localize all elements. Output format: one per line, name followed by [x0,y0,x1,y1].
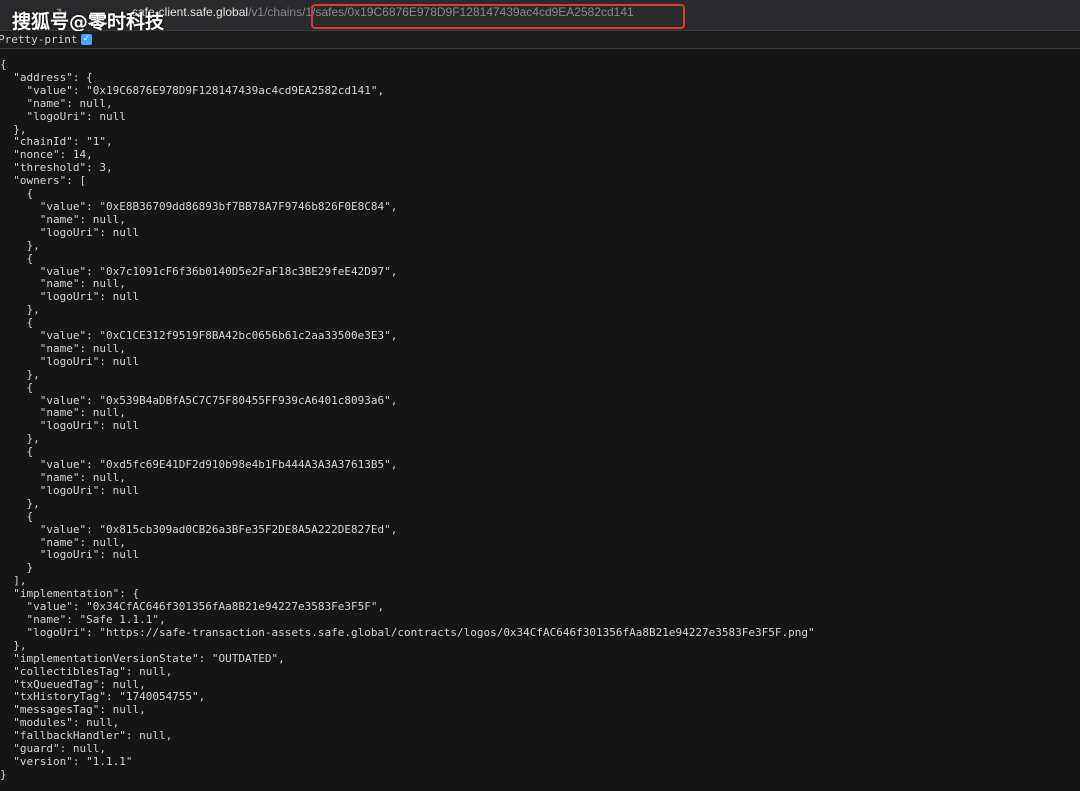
json-line: "address": { [0,70,93,84]
json-line: "logoUri": null [0,290,140,304]
json-line: }, [0,303,40,317]
json-line: "chainId": "1", [0,135,113,149]
json-line: } [0,767,7,781]
json-line: ], [0,574,27,588]
json-line: "collectiblesTag": null, [0,664,173,678]
json-line: "name": null, [0,277,126,291]
json-line: "name": null, [0,406,126,420]
json-line: { [0,380,34,394]
json-line: } [0,561,34,575]
json-line: "name": null, [0,341,126,355]
json-line: "value": "0xE8B36709dd86893bf7BB78A7F974… [0,199,398,213]
json-line: "txHistoryTag": "1740054755", [0,690,206,704]
json-line: "value": "0xd5fc69E41DF2d910b98e4b1Fb444… [0,458,398,472]
json-line: "name": null, [0,96,113,110]
json-line: "logoUri": null [0,225,140,239]
json-line: { [0,187,34,201]
json-line: "logoUri": "https://safe-transaction-ass… [0,625,815,639]
json-line: }, [0,238,40,252]
json-line: "owners": [ [0,174,87,188]
json-line: }, [0,122,27,136]
json-line: "modules": null, [0,716,120,730]
json-line: "value": "0x815cb309ad0CB26a3BFe35F2DE8A… [0,522,398,536]
json-line: "value": "0x19C6876E978D9F128147439ac4cd… [0,83,385,97]
json-line: "guard": null, [0,742,106,756]
json-line: "name": null, [0,471,126,484]
json-line: "name": null, [0,212,126,226]
json-line: "version": "1.1.1" [0,754,133,768]
json-line: "logoUri": null [0,419,140,433]
json-line: }, [0,367,40,381]
json-line: "nonce": 14, [0,148,93,162]
json-line: }, [0,432,40,446]
url-highlight-box [311,4,685,29]
json-line: "logoUri": null [0,483,140,497]
json-line: "name": "Safe 1.1.1", [0,612,166,626]
json-line: "logoUri": null [0,548,140,562]
json-line: "implementation": { [0,587,140,601]
json-viewer-toolbar: Pretty-print ✓ [0,31,1080,49]
json-line: { [0,251,34,265]
json-content: { "address": { "value": "0x19C6876E978D9… [0,58,815,782]
json-line: { [0,509,34,523]
pretty-print-checkbox[interactable]: ✓ [81,34,92,45]
browser-address-bar: ‹ › ↻ safe-client.safe.global/v1/chains/… [0,0,1080,33]
json-line: "value": "0x34CfAC646f301356fAa8B21e9422… [0,600,385,614]
json-line: }, [0,638,27,652]
json-line: "value": "0xC1CE312f9519F8BA42bc0656b61c… [0,329,398,343]
json-line: "logoUri": null [0,109,126,123]
json-line: "value": "0x539B4aDBfA5C7C75F80455FF939c… [0,393,398,407]
json-line: { [0,58,7,71]
json-line: "messagesTag": null, [0,703,146,717]
json-line: }, [0,496,40,510]
json-line: "logoUri": null [0,354,140,368]
json-line: "txQueuedTag": null, [0,677,146,691]
json-line: "value": "0x7c1091cF6f36b0140D5e2FaF18c3… [0,264,398,278]
json-line: { [0,445,34,459]
json-line: "implementationVersionState": "OUTDATED"… [0,651,285,665]
json-line: "fallbackHandler": null, [0,729,173,743]
json-line: { [0,316,34,330]
watermark: 搜狐号@零时科技 [12,11,165,33]
json-line: "threshold": 3, [0,161,113,175]
json-line: "name": null, [0,535,126,549]
pretty-print-label: Pretty-print [0,33,78,46]
